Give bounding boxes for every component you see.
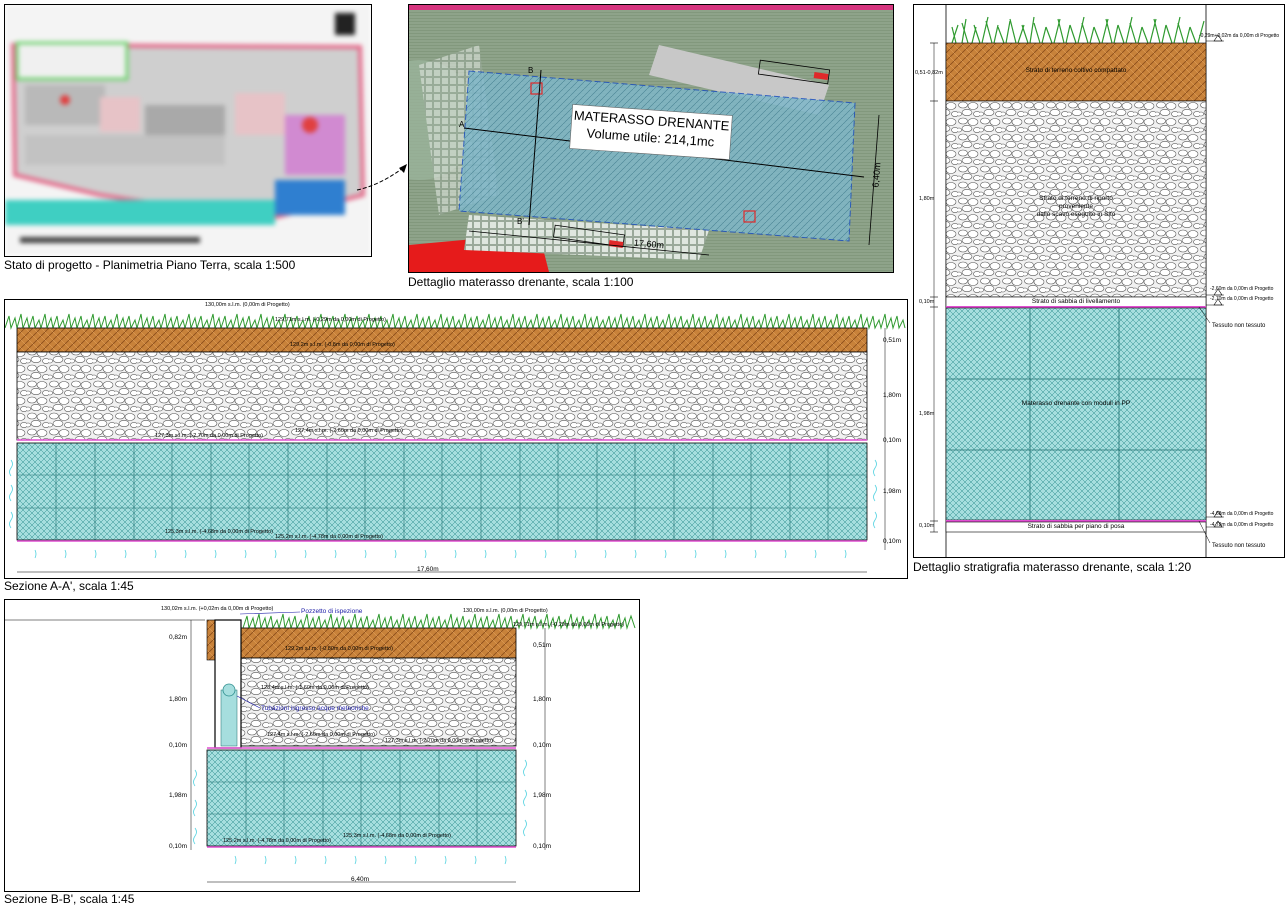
bb-level-mattress-base: 125,3m s.l.m. (-4,68m da 0,00m di Proget…: [343, 833, 451, 839]
site-plan-frame: [4, 4, 372, 257]
level-sand-base: -2,70m da 0,00m di Progetto: [1210, 296, 1274, 302]
aa-level-fill-base: 127,4m s.l.m. (-2,60m da 0,00m di Proget…: [295, 428, 403, 434]
aa-thickness-sand: 0,10m: [883, 437, 902, 444]
stratigraphy-drawing: [930, 5, 1224, 557]
stratigraphy-caption: Dettaglio stratigrafia materasso drenant…: [913, 560, 1192, 574]
bb-level-ground: 130,00m s.l.m. (0,00m di Progetto): [463, 608, 548, 614]
level-bottom: -4,78m da 0,00m di Progetto: [1210, 522, 1274, 528]
marker-b-top: B: [528, 66, 534, 75]
section-aa-drawing: [5, 313, 906, 573]
aa-level-ground: 130,00m s.l.m. (0,00m di Progetto): [205, 302, 290, 308]
aa-length-dimension: 17,60m: [417, 566, 439, 573]
level-mattress-base: -4,68m da 0,00m di Progetto: [1210, 511, 1274, 517]
bb-level-well-top: 130,02m s.l.m. (+0,02m da 0,00m di Proge…: [161, 606, 274, 612]
bb-thickness-right-sand: 0,10m: [533, 742, 552, 749]
thickness-fill: 1,80m: [919, 196, 935, 202]
site-plan-drawing: [5, 5, 371, 256]
thickness-mattress: 1,98m: [919, 411, 935, 417]
layer-fill-line3: dallo scavo eseguito in Sito: [1036, 211, 1116, 218]
bb-thickness-right-topsoil: 0,51m: [533, 642, 552, 649]
bb-thickness-left-bottom: 0,10m: [169, 843, 188, 850]
bb-inspection-well-label: Pozzetto di ispezione: [301, 608, 363, 615]
aa-level-topsoil-base: 129,2m s.l.m. (-0,8m da 0,00m di Progett…: [290, 342, 395, 348]
aa-level-bottom: 125,2m s.l.m. (-4,78m da 0,00m di Proget…: [275, 534, 383, 540]
connector-arrow: [356, 164, 407, 191]
section-aa-caption: Sezione A-A', scala 1:45: [4, 579, 134, 593]
bb-thickness-right-mattress: 1,98m: [533, 792, 552, 799]
thickness-topsoil: 0,51-0,82m: [915, 70, 943, 76]
bb-level-pipe: 128,4m s.l.m. (-1,60m da 0,00m di Proget…: [261, 685, 369, 691]
marker-a: A: [459, 120, 465, 129]
bb-level-grass: 129,71m s.l.m. (-0,29m da 0,00m di Proge…: [513, 622, 624, 628]
level-grass: -0,29m+0,02m da 0,00m di Progetto: [1199, 33, 1280, 39]
bb-thickness-left-topsoil: 0,82m: [169, 634, 188, 641]
marker-b-bottom: B': [517, 217, 524, 226]
aa-thickness-topsoil: 0,51m: [883, 337, 902, 344]
bb-level-topsoil-base: 129,2m s.l.m. (-0,80m da 0,00m di Proget…: [285, 646, 393, 652]
bb-thickness-left-sand: 0,10m: [169, 742, 188, 749]
section-bb-frame: 130,02m s.l.m. (+0,02m da 0,00m di Proge…: [4, 599, 640, 892]
bb-inlet-pipe-label: Tubazioni ingresso acque meteoriche: [261, 705, 369, 712]
bb-thickness-right-fill: 1,80m: [533, 696, 552, 703]
aa-level-mattress-base: 125,3m s.l.m. (-4,68m da 0,00m di Proget…: [165, 529, 273, 535]
layer-sand-bottom-label: Strato di sabbia per piano di posa: [1027, 523, 1125, 530]
layer-sand-top-label: Strato di sabbia di livellamento: [1031, 298, 1121, 305]
bb-width-dimension: 6,40m: [351, 876, 370, 883]
thickness-sand-bottom: 0,10m: [919, 523, 935, 529]
aa-level-sand-base: 127,3m s.l.m. (-2,70m da 0,00m di Proget…: [155, 433, 263, 439]
layer-fill-label: Strato di terreno di riporto proveniente…: [946, 195, 1206, 219]
aa-thickness-mattress: 1,98m: [883, 488, 902, 495]
section-bb-caption: Sezione B-B', scala 1:45: [4, 892, 135, 906]
mattress-detail-frame: A B B' MATERASSO DRENANTE Volume utile: …: [408, 4, 894, 273]
fabric-bottom-label: Tessuto non tessuto: [1212, 543, 1266, 549]
detail-caption: Dettaglio materasso drenante, scala 1:10…: [408, 275, 634, 289]
bb-level-fill-base: 127,4m s.l.m. (-2,60m da 0,00m di Proget…: [267, 732, 375, 738]
bb-thickness-right-bottom: 0,10m: [533, 843, 552, 850]
stratigraphy-frame: 0,51-0,82m 1,80m 0,10m 1,98m 0,10m Strat…: [913, 4, 1285, 558]
bb-thickness-left-mattress: 1,98m: [169, 792, 188, 799]
aa-thickness-fill: 1,80m: [883, 392, 902, 399]
level-fill-base: -2,60m da 0,00m di Progetto: [1210, 286, 1274, 292]
layer-fill-line2: proveniente: [1059, 203, 1093, 210]
section-aa-frame: 130,00m s.l.m. (0,00m di Progetto) 129,7…: [4, 299, 908, 579]
site-plan-caption: Stato di progetto - Planimetria Piano Te…: [4, 258, 296, 272]
layer-mattress-label: Materasso drenante con moduli in PP: [1021, 400, 1131, 407]
thickness-sand-top: 0,10m: [919, 299, 935, 305]
aa-thickness-bottom: 0,10m: [883, 538, 902, 545]
aa-level-grass: 129,71m s.l.m. (-0,29m da 0,00m di Proge…: [275, 317, 386, 323]
layer-topsoil-label: Strato di terreno coltivo compattato: [1025, 67, 1127, 74]
layer-fill-line1: Strato di terreno di riporto: [1039, 195, 1113, 202]
bb-level-bottom: 125,2m s.l.m. (-4,78m da 0,00m di Proget…: [223, 838, 331, 844]
bb-level-sand-base: 127,3m s.l.m. (-2,70m da 0,00m di Proget…: [385, 738, 493, 744]
fabric-top-label: Tessuto non tessuto: [1212, 323, 1266, 329]
bb-thickness-left-fill: 1,80m: [169, 696, 188, 703]
